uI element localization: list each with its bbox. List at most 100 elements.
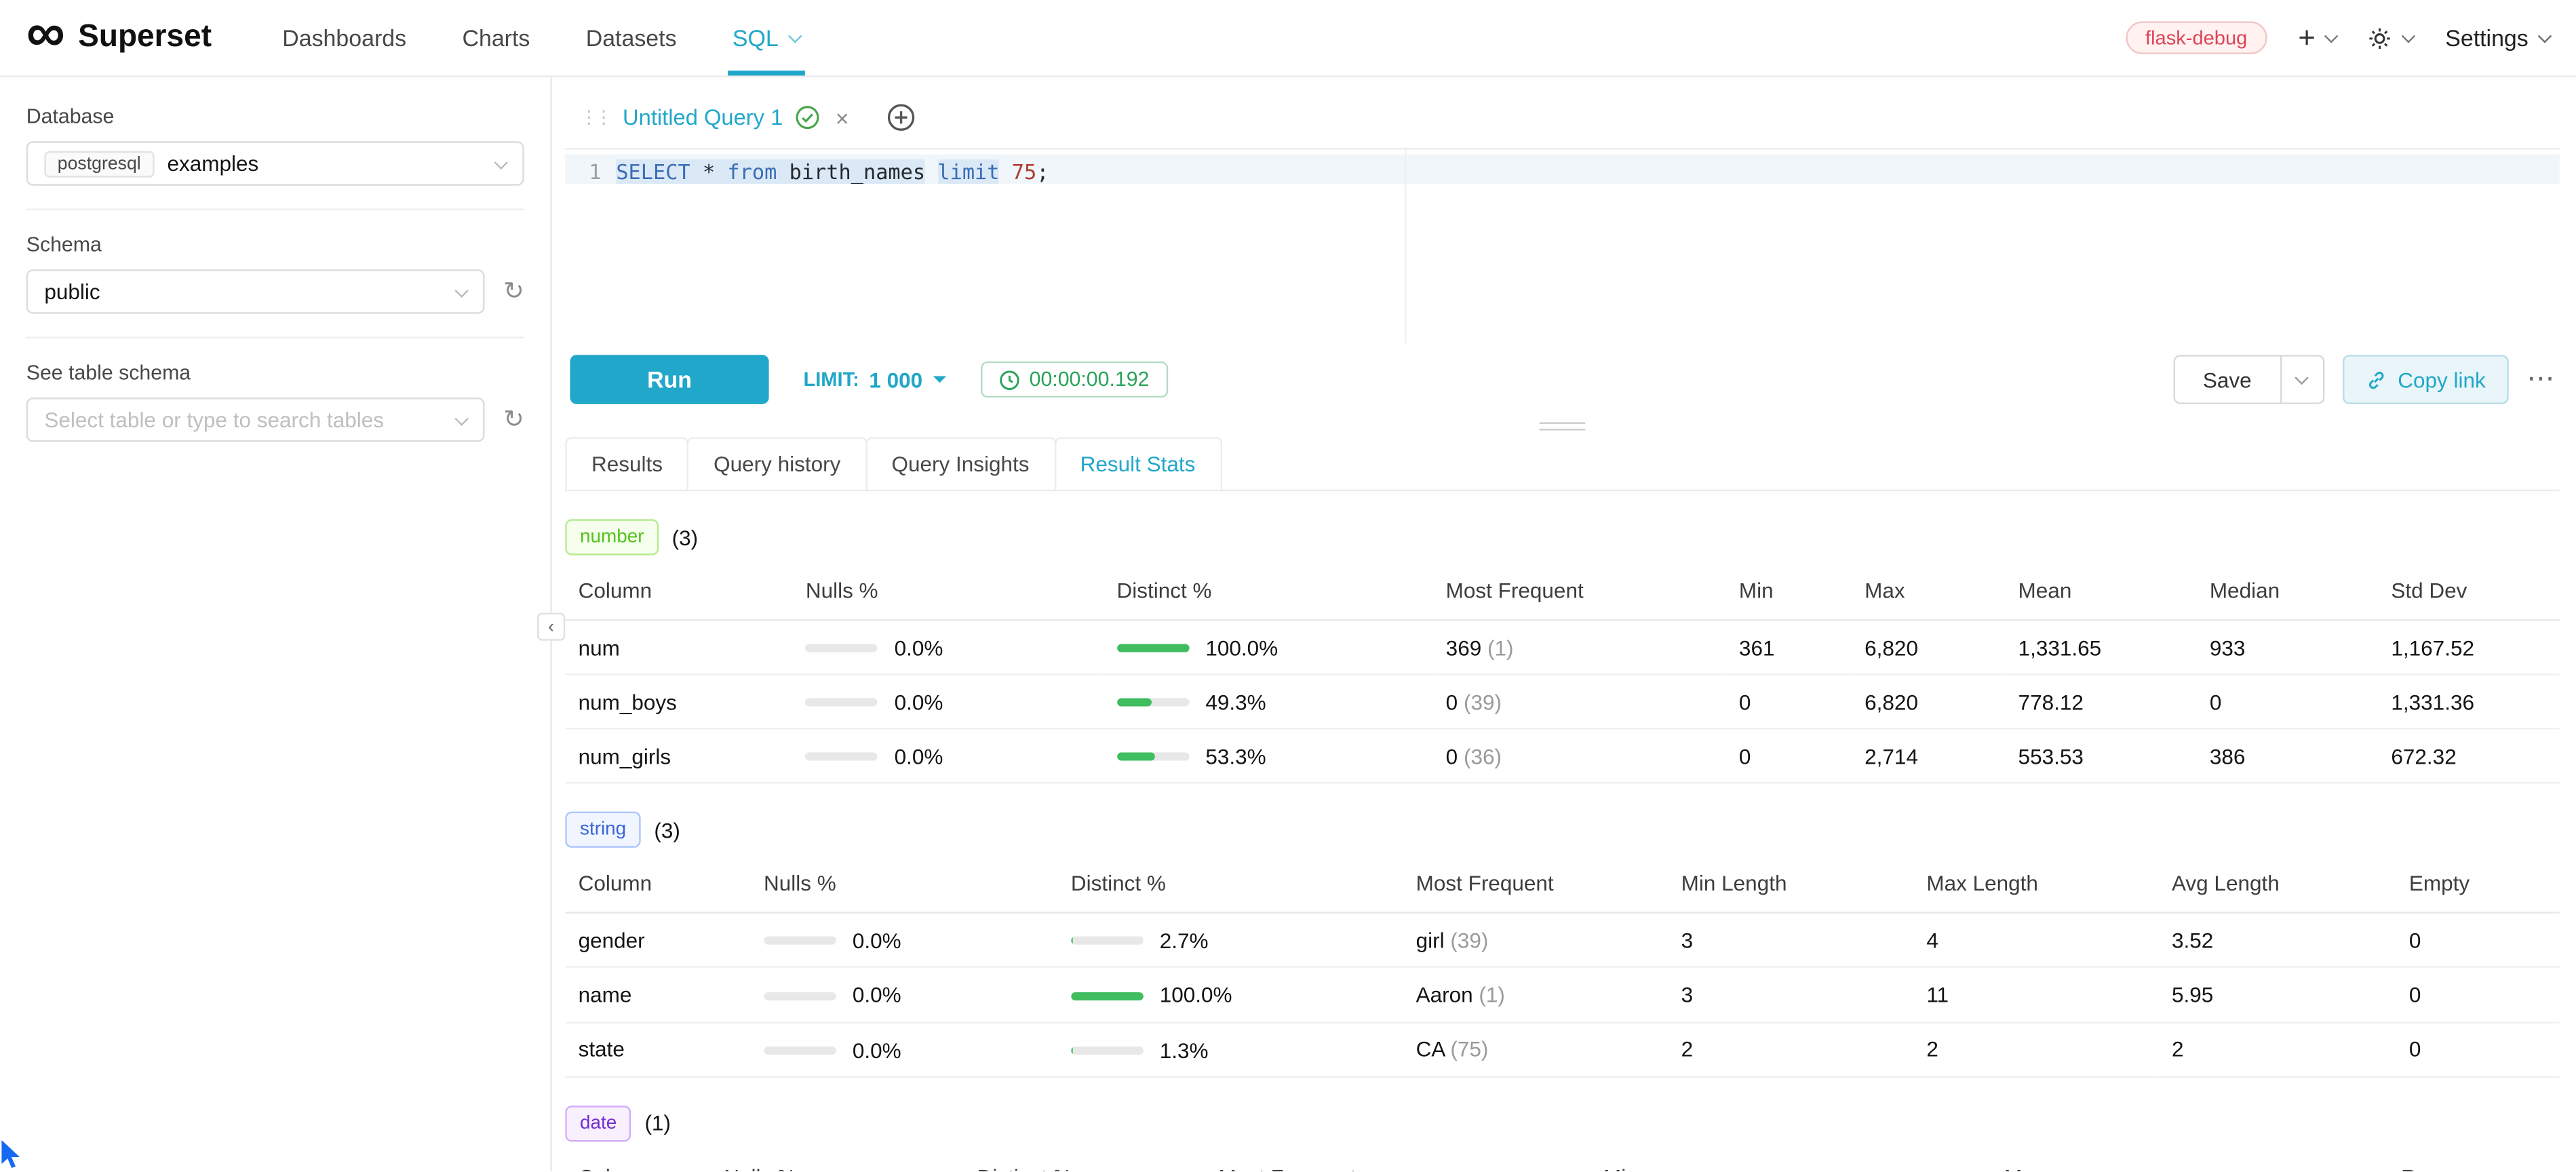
cell-value: 386 — [2196, 729, 2378, 783]
cell-column-name: num — [565, 621, 792, 675]
cell-value: 5.95 — [2159, 968, 2396, 1022]
timer-value: 00:00:00.192 — [1030, 368, 1150, 391]
most-frequent-value: 0 — [1446, 744, 1458, 768]
refresh-tables-button[interactable]: ↻ — [503, 408, 524, 432]
column-header: Mean — [2005, 570, 2196, 621]
settings-menu[interactable]: Settings — [2445, 24, 2550, 51]
cell-value: 0 — [2196, 675, 2378, 729]
pct-label: 53.3% — [1205, 745, 1266, 769]
column-header: Max — [1852, 570, 2005, 621]
progress-bar — [806, 753, 878, 761]
pct-label: 100.0% — [1160, 983, 1232, 1008]
progress-bar — [1117, 644, 1190, 652]
column-header: Distinct % — [964, 1156, 1205, 1171]
cell-value: 1,331.36 — [2378, 675, 2560, 729]
column-header: Column — [565, 1156, 711, 1171]
save-button[interactable]: Save — [2173, 355, 2281, 404]
column-header: Most Frequent — [1432, 570, 1725, 621]
sql-code-editor[interactable]: 1 SELECT * from birth_names limit 75; — [565, 149, 2560, 343]
chevron-down-icon — [2295, 370, 2309, 385]
column-header: Nulls % — [751, 863, 1058, 914]
close-tab-icon[interactable]: × — [836, 104, 849, 131]
column-header: Most Frequent — [1403, 863, 1668, 914]
cell-value: 0 — [2396, 913, 2560, 967]
stats-section-date: date(1)ColumnNulls %Distinct %Most Frequ… — [565, 1105, 2560, 1171]
most-frequent-value: girl — [1416, 928, 1445, 952]
table-row: gender0.0%2.7%girl (39)343.520 — [565, 913, 2560, 967]
cell-value: 0 — [1726, 729, 1852, 783]
progress-bar — [1117, 753, 1190, 761]
chevron-down-icon — [455, 411, 469, 425]
brand[interactable]: ∞ Superset — [26, 16, 212, 59]
new-item-button[interactable]: + — [2298, 23, 2337, 53]
type-count: (1) — [644, 1111, 670, 1135]
refresh-schemas-button[interactable]: ↻ — [503, 279, 524, 304]
sql-editor-panel: ⋮⋮ Untitled Query 1 × 1 SELECT * from bi… — [552, 77, 2576, 1171]
settings-label: Settings — [2445, 24, 2529, 51]
limit-dropdown[interactable]: LIMIT: 1 000 — [803, 367, 945, 391]
limit-label: LIMIT: — [803, 368, 859, 391]
run-button[interactable]: Run — [570, 355, 769, 404]
most-frequent-count: (1) — [1473, 982, 1505, 1007]
table-select[interactable]: Select table or type to search tables — [26, 397, 486, 442]
sql-token — [690, 159, 703, 184]
brand-name: Superset — [78, 20, 212, 56]
stats-table: ColumnNulls %Distinct %Most FrequentMinM… — [565, 1156, 2560, 1171]
save-split-button: Save — [2173, 355, 2324, 404]
cell-most-frequent: 369 (1) — [1432, 621, 1725, 675]
result-stats-panel: number(3)ColumnNulls %Distinct %Most Fre… — [565, 491, 2560, 1171]
grip-row — [565, 416, 2560, 437]
chevron-down-icon — [2402, 29, 2417, 43]
nav-item-dashboards[interactable]: Dashboards — [254, 0, 434, 75]
pct-label: 0.0% — [895, 745, 943, 769]
cell-value: 2 — [1913, 1022, 2159, 1076]
save-dropdown-button[interactable] — [2281, 355, 2324, 404]
cell-value: 3.52 — [2159, 913, 2396, 967]
add-tab-button[interactable] — [886, 104, 914, 132]
tab-query-insights[interactable]: Query Insights — [865, 437, 1056, 490]
copy-link-button[interactable]: Copy link — [2342, 355, 2509, 404]
cell-most-frequent: 0 (39) — [1432, 675, 1725, 729]
nav-item-charts[interactable]: Charts — [434, 0, 558, 75]
cell-column-name: state — [565, 1022, 750, 1076]
query-timer: 00:00:00.192 — [980, 362, 1167, 397]
column-header: Most Frequent — [1205, 1156, 1591, 1171]
stats-section-number: number(3)ColumnNulls %Distinct %Most Fre… — [565, 519, 2560, 784]
tab-result-stats[interactable]: Result Stats — [1054, 437, 1222, 490]
progress-bar — [1071, 937, 1144, 945]
cell-distinct-pct: 49.3% — [1104, 675, 1432, 729]
nav-item-datasets[interactable]: Datasets — [558, 0, 705, 75]
pane-resize-handle[interactable] — [1540, 423, 1586, 431]
cell-distinct-pct: 1.3% — [1058, 1022, 1403, 1076]
chevron-down-icon — [494, 155, 508, 169]
tab-query-history[interactable]: Query history — [687, 437, 867, 490]
query-tab[interactable]: ⋮⋮ Untitled Query 1 × — [565, 87, 863, 148]
collapse-sidebar-button[interactable]: ‹ — [537, 612, 565, 640]
nav-item-sql[interactable]: SQL — [705, 0, 828, 75]
column-header: Min — [1591, 1156, 1991, 1171]
more-actions-button[interactable]: ⋯ — [2526, 363, 2554, 395]
table-row: name0.0%100.0%Aaron (1)3115.950 — [565, 968, 2560, 1022]
type-badge: string — [565, 812, 641, 848]
schema-select[interactable]: public — [26, 269, 486, 313]
sql-lab-sidebar: Database postgresql examples Schema publ… — [0, 77, 552, 1171]
pct-label: 2.7% — [1160, 929, 1209, 954]
tab-results[interactable]: Results — [565, 437, 689, 490]
schema-label: Schema — [26, 233, 524, 256]
database-value: examples — [167, 151, 258, 176]
progress-fill — [1117, 644, 1190, 652]
clock-icon — [998, 369, 1019, 390]
cell-value: 361 — [1726, 621, 1852, 675]
sql-token: ; — [1036, 159, 1049, 184]
nav-item-label: Datasets — [586, 24, 677, 51]
column-header: Range — [2388, 1156, 2560, 1171]
table-row: Select table or type to search tables ↻ — [26, 397, 524, 442]
chevron-down-icon — [788, 29, 802, 43]
section-header: string(3) — [565, 812, 2560, 848]
column-header: Nulls % — [711, 1156, 964, 1171]
theme-toggle-button[interactable] — [2368, 26, 2414, 50]
cell-value: 0 — [1726, 675, 1852, 729]
nav-item-label: SQL — [733, 24, 779, 51]
query-tabbar: ⋮⋮ Untitled Query 1 × — [565, 87, 2560, 149]
database-select[interactable]: postgresql examples — [26, 141, 524, 185]
